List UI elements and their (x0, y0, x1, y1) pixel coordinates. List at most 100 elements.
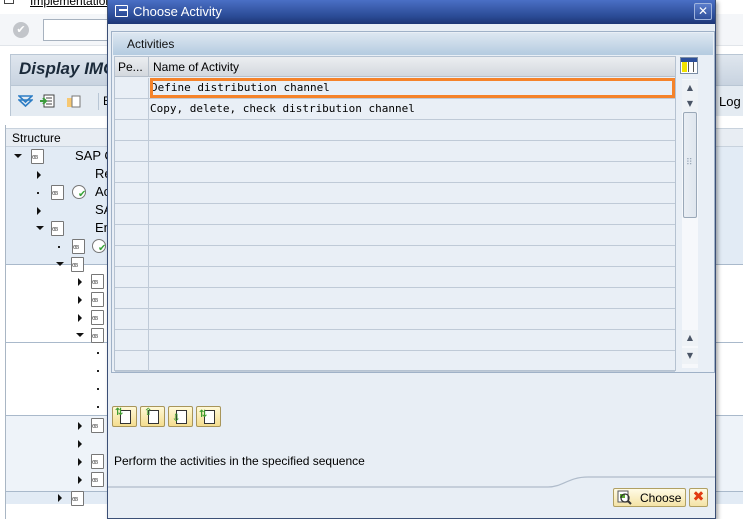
expand-icon[interactable] (78, 296, 82, 304)
expand-icon[interactable] (58, 494, 62, 502)
column-header-name-of-activity[interactable]: Name of Activity (150, 57, 675, 77)
cell-activity-name[interactable] (150, 246, 675, 266)
expand-icon[interactable] (78, 314, 82, 322)
cell-pe[interactable] (115, 120, 149, 140)
cell-pe[interactable] (115, 288, 149, 308)
tree-node[interactable]: En (6, 220, 116, 238)
cell-pe[interactable] (115, 183, 149, 203)
expand-all-icon[interactable] (18, 94, 33, 108)
cell-pe[interactable] (115, 309, 149, 329)
table-row[interactable] (115, 309, 675, 330)
table-row[interactable] (115, 330, 675, 351)
cell-pe[interactable] (115, 225, 149, 245)
table-row[interactable] (115, 267, 675, 288)
move-to-top-button[interactable]: ⇅ (112, 406, 137, 427)
cell-pe[interactable] (115, 162, 149, 182)
table-row[interactable] (115, 351, 675, 372)
cell-activity-name[interactable] (150, 162, 675, 182)
expand-icon[interactable] (78, 278, 82, 286)
img-document-icon[interactable] (72, 239, 85, 254)
collapse-icon[interactable] (14, 154, 22, 158)
choose-button[interactable]: Choose (613, 488, 686, 507)
cell-pe[interactable] (115, 78, 149, 98)
cell-activity-name[interactable]: Define distribution channel (150, 78, 675, 98)
cell-activity-name[interactable] (150, 330, 675, 350)
close-button[interactable]: ✕ (694, 3, 712, 20)
scroll-to-top-icon[interactable]: ▲ (682, 80, 698, 96)
table-row[interactable] (115, 246, 675, 267)
cell-activity-name[interactable] (150, 267, 675, 287)
collapse-icon[interactable] (76, 333, 84, 337)
expand-icon[interactable] (78, 458, 82, 466)
tree-node[interactable] (6, 291, 116, 309)
table-row[interactable] (115, 162, 675, 183)
table-settings-icon[interactable] (680, 57, 698, 74)
vertical-scrollbar[interactable]: ▲ ▼ ▲ ▼ (682, 79, 698, 368)
cell-activity-name[interactable]: Copy, delete, check distribution channel (150, 99, 675, 119)
cell-pe[interactable] (115, 246, 149, 266)
tree-node[interactable]: Ac (6, 184, 116, 202)
table-row[interactable]: Copy, delete, check distribution channel (115, 99, 675, 120)
expand-icon[interactable] (78, 422, 82, 430)
log-button[interactable]: Log (719, 94, 741, 109)
tree-node[interactable] (6, 417, 116, 435)
scroll-to-bottom-icon[interactable]: ▼ (682, 348, 698, 364)
tree-node[interactable]: SA (6, 202, 116, 220)
activity-status-icon[interactable] (92, 239, 106, 254)
tree-node[interactable] (6, 309, 116, 327)
cell-pe[interactable] (115, 330, 149, 350)
tree-node[interactable] (6, 435, 116, 453)
tree-node[interactable] (6, 273, 116, 291)
menu-icon[interactable] (4, 0, 14, 4)
tree-node[interactable] (6, 489, 116, 507)
scrollbar-thumb[interactable] (683, 112, 697, 218)
cell-activity-name[interactable] (150, 288, 675, 308)
cell-pe[interactable] (115, 204, 149, 224)
table-row[interactable] (115, 225, 675, 246)
table-row[interactable] (115, 141, 675, 162)
dialog-title-bar[interactable]: Choose Activity ✕ (108, 0, 715, 24)
tree-node[interactable] (6, 327, 116, 345)
tree-node[interactable] (6, 453, 116, 471)
expand-icon[interactable] (37, 207, 41, 215)
activity-status-icon[interactable] (72, 185, 86, 200)
copy-icon[interactable] (66, 94, 81, 108)
tree-node[interactable]: Re (6, 166, 116, 184)
cell-activity-name[interactable] (150, 120, 675, 140)
tree-node[interactable] (6, 256, 116, 274)
move-to-bottom-button[interactable]: ⇅ (196, 406, 221, 427)
scroll-page-down-icon[interactable]: ▲ (682, 330, 698, 346)
table-row[interactable] (115, 120, 675, 141)
table-row[interactable] (115, 183, 675, 204)
expand-icon[interactable] (78, 440, 82, 448)
cell-pe[interactable] (115, 141, 149, 161)
cell-activity-name[interactable] (150, 351, 675, 371)
cell-pe[interactable] (115, 267, 149, 287)
move-down-button[interactable]: ⇩ (168, 406, 193, 427)
cell-activity-name[interactable] (150, 309, 675, 329)
cell-activity-name[interactable] (150, 204, 675, 224)
tree-node[interactable]: SAP C (6, 148, 116, 166)
table-row[interactable] (115, 288, 675, 309)
collapse-icon[interactable] (56, 262, 64, 266)
move-up-button[interactable]: ⇧ (140, 406, 165, 427)
column-header-pe[interactable]: Pe... (115, 57, 149, 77)
tree-node[interactable] (6, 471, 116, 489)
window-menu-icon[interactable] (115, 5, 128, 17)
cell-activity-name[interactable] (150, 141, 675, 161)
table-row[interactable] (115, 204, 675, 225)
collapse-icon[interactable] (36, 226, 44, 230)
expand-icon[interactable] (37, 171, 41, 179)
cell-pe[interactable] (115, 351, 149, 371)
tree-node[interactable] (6, 238, 116, 256)
scroll-page-up-icon[interactable]: ▼ (682, 96, 698, 112)
cell-activity-name[interactable] (150, 225, 675, 245)
enter-check-icon[interactable]: ✔ (13, 22, 29, 38)
cell-activity-name[interactable] (150, 183, 675, 203)
cancel-button[interactable]: ✖ (689, 488, 708, 507)
import-icon[interactable] (40, 94, 55, 108)
cell-pe[interactable] (115, 99, 149, 119)
img-document-icon[interactable] (51, 185, 64, 200)
table-row[interactable]: Define distribution channel (115, 78, 675, 99)
expand-icon[interactable] (78, 476, 82, 484)
